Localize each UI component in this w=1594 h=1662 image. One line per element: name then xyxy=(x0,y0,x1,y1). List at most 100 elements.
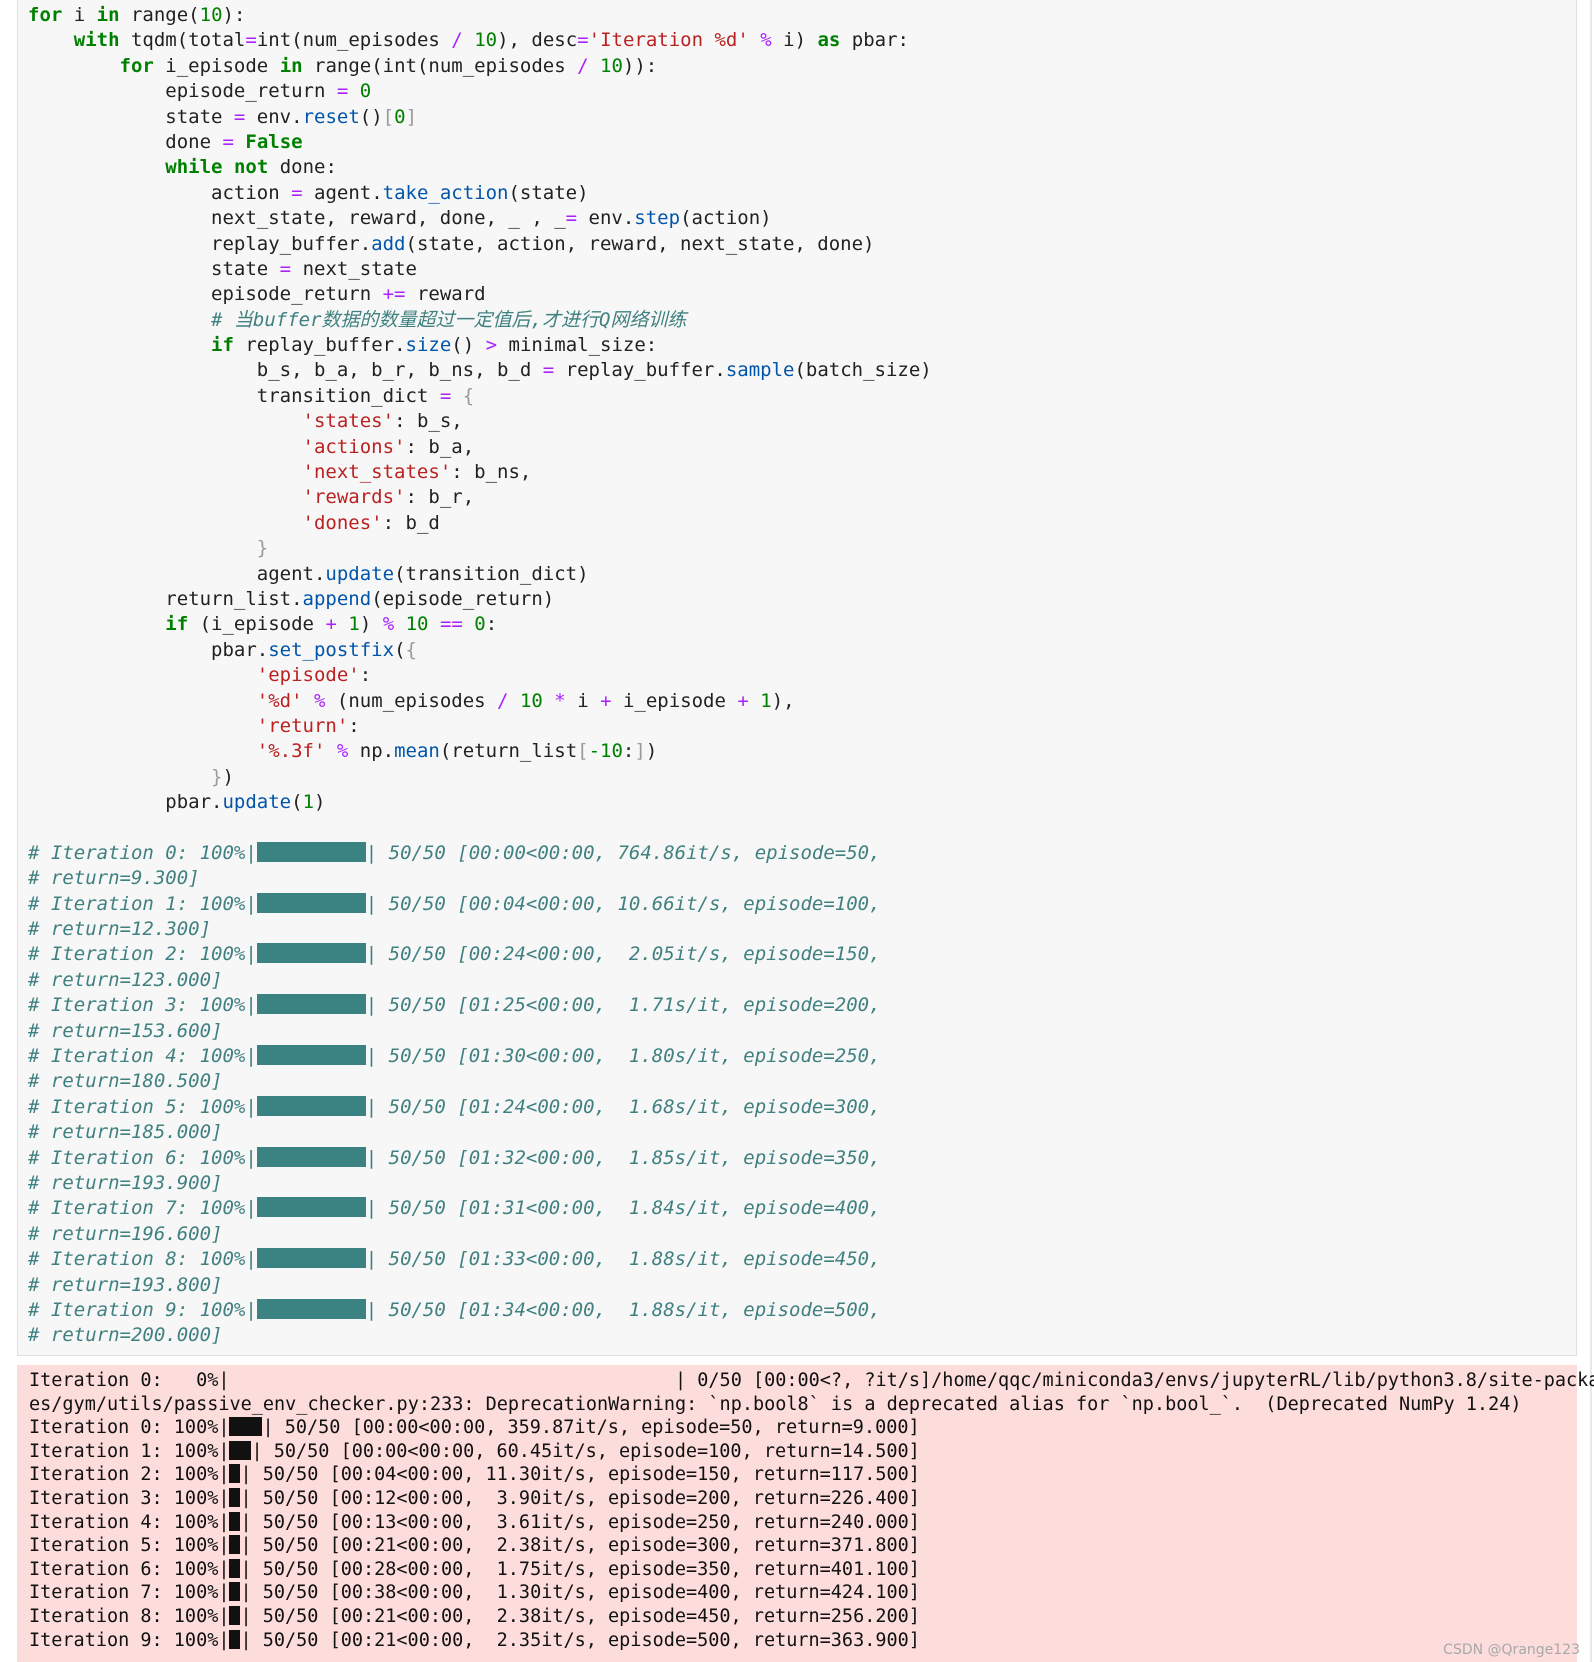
code-token: )): xyxy=(622,54,658,77)
code-token: 1 xyxy=(302,791,315,814)
code-token: # return=12.300] xyxy=(28,918,212,941)
output-line: Iteration 6: 100%| | 50/50 [00:28<00:00, … xyxy=(29,1558,1577,1582)
code-token: Iteration 5: 100%| xyxy=(29,1535,230,1557)
code-token: = xyxy=(245,29,257,52)
code-token: | 50/50 [00:12<00:00, 3.90it/s, episode=… xyxy=(240,1487,920,1509)
code-line: 'rewards': b_r, xyxy=(28,485,1576,510)
code-token: | 50/50 [00:04<00:00, 10.66it/s, episode… xyxy=(365,892,881,915)
code-token: | 50/50 [00:13<00:00, 3.61it/s, episode=… xyxy=(240,1511,920,1533)
code-token: : xyxy=(622,740,635,763)
code-line: 'episode': xyxy=(28,663,1576,688)
code-token: range(int(num_episodes xyxy=(302,54,578,77)
code-token: return_list. xyxy=(28,587,303,610)
code-token: agent. xyxy=(28,562,326,585)
code-token: # return=193.800] xyxy=(28,1273,223,1296)
code-token: : b_s, xyxy=(394,410,463,433)
code-token: 'actions' xyxy=(302,435,406,458)
code-token: Iteration 7: 100%| xyxy=(29,1582,230,1604)
code-token: = xyxy=(577,29,589,52)
code-token: (i_episode xyxy=(188,613,326,636)
code-line: b_s, b_a, b_r, b_ns, b_d = replay_buffer… xyxy=(28,358,1576,383)
code-line: # return=12.300] xyxy=(28,917,1576,942)
code-line: 'next_states': b_ns, xyxy=(28,460,1576,485)
code-token: (return_list xyxy=(439,740,578,763)
code-token: + xyxy=(325,613,337,636)
code-line: return_list.append(episode_return) xyxy=(28,587,1576,612)
code-token: | 50/50 [00:00<00:00, 60.45it/s, episode… xyxy=(251,1440,920,1462)
code-token: 1 xyxy=(760,689,772,712)
progress-bar-fill xyxy=(256,1045,366,1066)
code-line: if (i_episode + 1) % 10 == 0: xyxy=(28,612,1576,637)
code-line: agent.update(transition_dict) xyxy=(28,562,1576,587)
code-token: reset xyxy=(302,105,360,128)
code-line: # Iteration 5: 100%| | 50/50 [01:24<00:00… xyxy=(28,1095,1576,1120)
code-token: Iteration 0: 100%| xyxy=(29,1417,230,1439)
code-token: | 50/50 [01:34<00:00, 1.88s/it, episode=… xyxy=(365,1298,881,1321)
output-line: Iteration 2: 100%| | 50/50 [00:04<00:00, … xyxy=(29,1463,1577,1487)
code-token: | 50/50 [00:00<00:00, 359.87it/s, episod… xyxy=(262,1417,920,1439)
code-token: step xyxy=(634,207,681,230)
progress-bar-fill xyxy=(229,1511,241,1531)
code-token: 0 xyxy=(394,105,406,128)
code-line: next_state, reward, done, _ , _= env.ste… xyxy=(28,206,1576,231)
code-token: 10 xyxy=(199,4,223,26)
code-token: add xyxy=(371,232,406,255)
code-token: for xyxy=(119,54,154,77)
code-token: next_state, reward, done, _ , _ xyxy=(28,207,566,230)
code-line xyxy=(28,816,1576,841)
code-token: as xyxy=(817,29,841,52)
code-token: Iteration 3: 100%| xyxy=(29,1487,230,1509)
code-token: pbar: xyxy=(840,29,909,52)
code-line: # Iteration 0: 100%| | 50/50 [00:00<00:00… xyxy=(28,841,1576,866)
code-line: 'actions': b_a, xyxy=(28,435,1576,460)
code-token: Iteration 2: 100%| xyxy=(29,1464,230,1486)
code-token: with xyxy=(73,29,120,52)
code-token: ), xyxy=(771,689,795,712)
code-token: Iteration 8: 100%| xyxy=(29,1605,230,1627)
code-token: range( xyxy=(119,4,200,26)
watermark: CSDN @Qrange123 xyxy=(1443,1642,1580,1658)
code-line: # return=196.600] xyxy=(28,1222,1576,1247)
output-line: Iteration 0: 100%| | 50/50 [00:00<00:00, … xyxy=(29,1416,1577,1440)
code-token: while xyxy=(165,156,223,179)
code-token: : b_ns, xyxy=(451,461,532,484)
code-editor[interactable]: for i in range(10): with tqdm(total=int(… xyxy=(28,3,1576,1349)
scrollbar-track[interactable] xyxy=(1590,0,1592,1662)
code-token: % xyxy=(336,740,349,763)
code-line: for i_episode in range(int(num_episodes … xyxy=(28,54,1576,79)
code-token: } xyxy=(256,537,269,560)
code-token: = xyxy=(542,359,555,382)
code-line: episode_return = 0 xyxy=(28,79,1576,104)
code-token: 0 xyxy=(474,613,486,636)
code-token: = xyxy=(233,105,246,128)
code-cell[interactable]: for i in range(10): with tqdm(total=int(… xyxy=(17,0,1577,1356)
code-token: (state, action, reward, next_state, done… xyxy=(405,232,875,255)
code-token: False xyxy=(245,130,303,153)
code-token: / xyxy=(497,689,509,712)
stderr-text: Iteration 0: 0%| | 0/50 [00:00<?, ?it/s]… xyxy=(29,1369,1594,1652)
code-token: sample xyxy=(725,359,795,382)
code-token: [ xyxy=(577,740,589,763)
code-token: Iteration 0: 0%| | 0/50 [00:00<?, ?it/s]… xyxy=(29,1370,1594,1391)
code-token: if xyxy=(165,613,189,636)
code-token: # return=153.600] xyxy=(28,1019,223,1042)
code-token: i_episode xyxy=(153,54,280,77)
code-token: = xyxy=(336,80,349,103)
code-token: int(num_episodes xyxy=(256,29,452,52)
code-line: 'return': xyxy=(28,714,1576,739)
